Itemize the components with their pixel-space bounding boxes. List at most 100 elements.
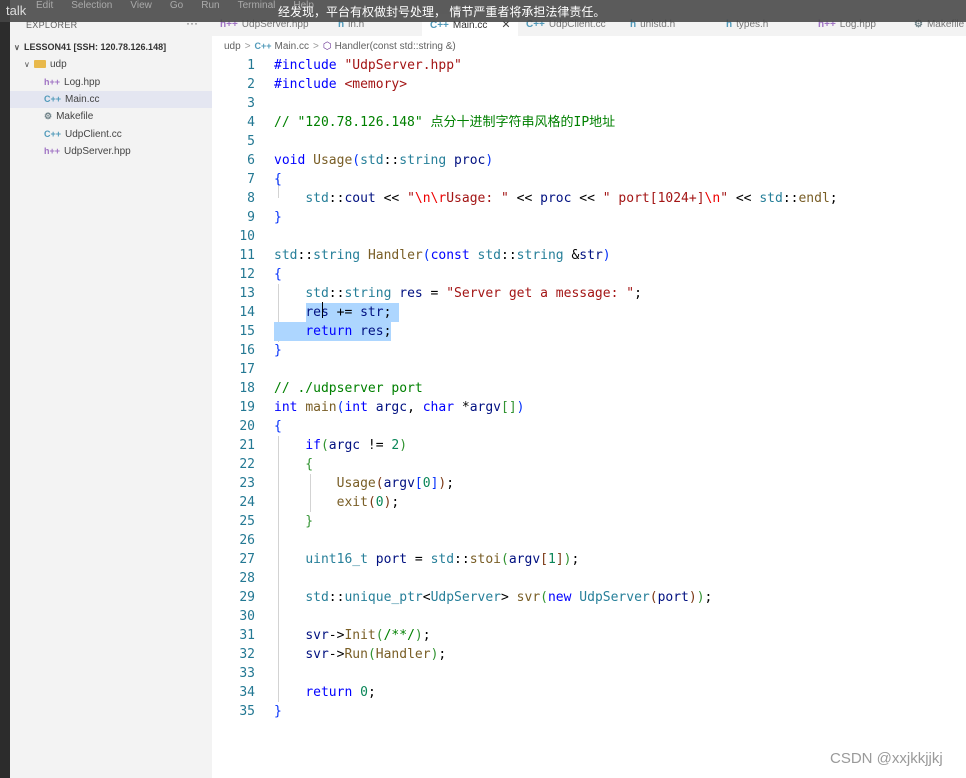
breadcrumb-symbol[interactable]: Handler(const std::string &) (335, 41, 456, 52)
menu-terminal[interactable]: Terminal (238, 0, 276, 11)
file-label: UdpServer.hpp (64, 146, 131, 157)
code-line: 34 return 0; (212, 683, 966, 702)
code-token: port (657, 590, 689, 605)
code-token: svr (305, 647, 329, 662)
code-token: ( (352, 153, 361, 168)
cpp-file-icon: C++ (44, 129, 62, 139)
code-token: ( (540, 590, 548, 605)
code-token: argv (469, 400, 502, 415)
code-line: 2 #include <memory> (212, 75, 966, 94)
code-line: 25 } (212, 512, 966, 531)
code-token: "UdpServer.hpp" (344, 58, 462, 73)
menu-selection[interactable]: Selection (71, 0, 112, 11)
file-log-hpp[interactable]: h++ Log.hpp (10, 74, 212, 91)
code-token: Run (344, 647, 368, 662)
code-token: new (547, 590, 572, 605)
line-number: 8 (247, 191, 255, 206)
code-token: ) (430, 647, 439, 662)
code-token: argv (383, 476, 415, 491)
code-token: Handler (367, 248, 423, 263)
chevron-down-icon: ∨ (14, 43, 20, 52)
line-number: 26 (239, 533, 255, 548)
code-token: Init (344, 628, 376, 643)
code-line: 30 (212, 607, 966, 626)
code-text: { (274, 267, 282, 282)
code-token: proc (540, 191, 572, 206)
code-token: ) (438, 476, 447, 491)
line-number: 9 (247, 210, 255, 225)
code-token: string (399, 153, 447, 168)
chevron-down-icon: ∨ (24, 60, 30, 69)
file-label: Makefile (56, 111, 94, 122)
code-token: uint16_t (305, 552, 368, 567)
menu-go[interactable]: Go (170, 0, 183, 11)
code-token: ( (320, 438, 329, 453)
code-line: 17 (212, 360, 966, 379)
code-token: ( (375, 476, 384, 491)
folder-label: udp (50, 59, 67, 70)
code-token: svr (516, 590, 541, 605)
code-text: std::string Handler(const std::string &s… (274, 248, 611, 263)
code-token: ] (555, 552, 564, 567)
code-line: 7{ (212, 170, 966, 189)
code-text: } (274, 514, 314, 529)
code-line: 16} (212, 341, 966, 360)
hpp-file-icon: h++ (44, 77, 61, 87)
workspace-root-label: LESSON41 [SSH: 120.78.126.148] (24, 42, 167, 52)
code-token: argc (328, 438, 361, 453)
folder-icon (34, 60, 46, 69)
code-token: argc (375, 400, 408, 415)
code-text: if(argc != 2) (305, 438, 408, 453)
code-token: ) (516, 400, 525, 415)
overlay-banner: talk Edit Selection View Go Run Terminal Help … (0, 0, 966, 22)
file-udpserver-hpp[interactable]: h++ UdpServer.hpp (10, 143, 212, 160)
code-line: 18 // ./udpserver port (212, 379, 966, 398)
line-number: 22 (239, 457, 255, 472)
folder-udp[interactable]: ∨ udp (10, 56, 212, 73)
breadcrumb-separator: > (313, 41, 319, 52)
code-text: std::string res = "Server get a message:… (305, 286, 642, 301)
line-number: 33 (239, 666, 255, 681)
line-number: 4 (247, 115, 255, 130)
code-token: std (477, 248, 502, 263)
code-text: std::cout << "\n\rUsage: " << proc << " … (305, 191, 838, 206)
code-token: exit (336, 495, 368, 510)
code-token: std (274, 248, 298, 263)
hpp-file-icon: h++ (44, 146, 61, 156)
file-main-cc[interactable]: C++ Main.cc (10, 91, 212, 108)
file-udpclient-cc[interactable]: C++ UdpClient.cc (10, 126, 212, 143)
code-line: 12 { (212, 265, 966, 284)
code-line: 29 std::unique_ptr<UdpServer> svr(new Ud… (212, 588, 966, 607)
code-line: 1 #include "UdpServer.hpp" (212, 56, 966, 75)
function-symbol-icon: ⬡ (322, 41, 332, 52)
code-token: endl (798, 191, 830, 206)
code-line: 20 { (212, 417, 966, 436)
line-number: 3 (247, 96, 255, 111)
menu-run[interactable]: Run (201, 0, 219, 11)
code-token: ) (399, 438, 408, 453)
code-token: [ (414, 476, 423, 491)
code-text: { (274, 172, 282, 187)
file-makefile[interactable]: ⚙ Makefile (10, 108, 212, 125)
menu-view[interactable]: View (130, 0, 152, 11)
code-editor[interactable]: 1 #include "UdpServer.hpp" 2 #include <mem… (212, 56, 966, 778)
menu-edit[interactable]: Edit (36, 0, 53, 11)
code-line: 35} (212, 702, 966, 721)
workspace-root[interactable]: ∨ LESSON41 [SSH: 120.78.126.148] (10, 39, 212, 56)
code-token: str (579, 248, 603, 263)
code-line: 8 std::cout << "\n\rUsage: " << proc << … (212, 189, 966, 208)
code-comment: // "120.78.126.148" 点分十进制字符串风格的IP地址 (274, 115, 616, 130)
breadcrumb-folder[interactable]: udp (224, 41, 241, 52)
code-token: argv (508, 552, 541, 567)
line-number: 19 (239, 400, 255, 415)
breadcrumb-file[interactable]: Main.cc (275, 41, 309, 52)
code-token: proc (454, 153, 486, 168)
code-token: main (305, 400, 337, 415)
code-text: return res; (305, 324, 392, 339)
code-token: UdpServer (430, 590, 502, 605)
code-token: return (305, 685, 353, 700)
code-line: 3 (212, 94, 966, 113)
code-token: ) (688, 590, 697, 605)
code-text: svr->Run(Handler); (305, 647, 447, 662)
code-token: ( (501, 552, 509, 567)
